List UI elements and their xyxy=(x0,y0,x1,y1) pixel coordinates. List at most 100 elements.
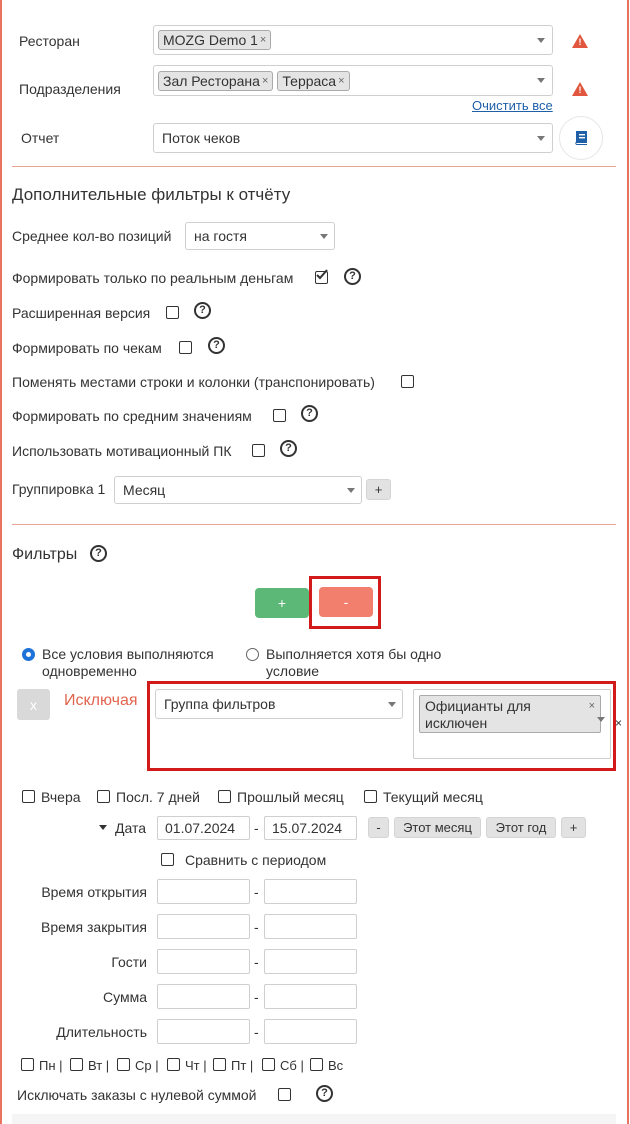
date-dash: - xyxy=(254,820,259,836)
real-money-checkbox[interactable] xyxy=(315,269,328,284)
chevron-down-icon xyxy=(347,488,355,493)
weekday-checkbox[interactable] xyxy=(213,1058,226,1071)
range-from-input[interactable] xyxy=(157,949,250,974)
zero-sum-label: Исключать заказы с нулевой суммой xyxy=(17,1087,257,1103)
by-checks-label: Формировать по чекам xyxy=(12,340,162,356)
range-to-input[interactable] xyxy=(264,914,357,939)
report-label: Отчет xyxy=(21,130,60,146)
radio-any-label: Выполняется хотя бы одно условие xyxy=(266,646,442,679)
help-icon[interactable]: ? xyxy=(194,302,211,319)
filter-group-value: Группа фильтров xyxy=(164,696,276,712)
report-value: Поток чеков xyxy=(162,130,241,146)
help-icon[interactable]: ? xyxy=(344,268,361,285)
range-from-input[interactable] xyxy=(157,1019,250,1044)
avg-positions-select[interactable]: на гостя xyxy=(185,222,335,250)
weekday-label: Ср | xyxy=(135,1058,159,1073)
weekday-checkbox[interactable] xyxy=(167,1058,180,1071)
division-tag-label: Зал Ресторана xyxy=(163,72,260,89)
grouping-select[interactable]: Месяц xyxy=(114,476,362,504)
extra-filters-title: Дополнительные фильтры к отчёту xyxy=(12,185,291,204)
weekday-label: Пн | xyxy=(39,1058,63,1073)
motivation-checkbox[interactable] xyxy=(252,444,265,457)
help-icon[interactable]: ? xyxy=(280,440,297,457)
remove-filter-button[interactable]: - xyxy=(319,587,373,617)
current-month-label: Текущий месяц xyxy=(383,789,483,805)
division-tag-label: Терраса xyxy=(282,72,337,89)
weekday-checkbox[interactable] xyxy=(262,1058,275,1071)
radio-all-conditions[interactable] xyxy=(22,648,35,661)
check-icon xyxy=(316,269,328,280)
date-to-input[interactable]: 15.07.2024 xyxy=(264,816,357,840)
divisions-label: Подразделения xyxy=(19,81,121,97)
filter-group-select[interactable]: Группа фильтров xyxy=(155,689,403,719)
range-to-input[interactable] xyxy=(264,949,357,974)
weekday-label: Вт | xyxy=(88,1058,110,1073)
clear-all-link[interactable]: Очистить все xyxy=(472,98,553,113)
remove-condition-button[interactable]: x xyxy=(17,689,50,720)
chevron-down-icon xyxy=(537,38,545,43)
add-grouping-button[interactable]: + xyxy=(366,479,391,500)
weekday-checkbox[interactable] xyxy=(310,1058,323,1071)
range-to-input[interactable] xyxy=(264,1019,357,1044)
avg-positions-value: на гостя xyxy=(194,228,247,244)
exclude-label[interactable]: Исключая xyxy=(64,692,138,710)
by-checks-checkbox[interactable] xyxy=(179,341,192,354)
add-filter-button[interactable]: + xyxy=(255,588,309,618)
range-dash: - xyxy=(254,989,259,1005)
range-to-input[interactable] xyxy=(264,879,357,904)
division-tag-remove-icon[interactable]: × xyxy=(262,75,268,87)
by-avg-checkbox[interactable] xyxy=(273,409,286,422)
restaurant-tag-label: MOZG Demo 1 xyxy=(163,32,258,48)
book-icon xyxy=(575,131,587,145)
help-icon[interactable]: ? xyxy=(316,1085,333,1102)
this-year-button[interactable]: Этот год xyxy=(486,817,556,838)
range-from-input[interactable] xyxy=(157,984,250,1009)
chevron-down-icon xyxy=(388,702,396,707)
date-minus-button[interactable]: - xyxy=(368,817,389,838)
zero-sum-checkbox[interactable] xyxy=(278,1088,291,1101)
current-month-checkbox[interactable] xyxy=(364,790,377,803)
help-icon[interactable]: ? xyxy=(90,545,107,562)
divisions-select[interactable]: Зал Ресторана × Терраса × xyxy=(153,65,553,96)
weekday-checkbox[interactable] xyxy=(21,1058,34,1071)
help-icon[interactable]: ? xyxy=(301,405,318,422)
filter-value-remove-icon[interactable]: × xyxy=(589,698,595,715)
this-month-button[interactable]: Этот месяц xyxy=(394,817,481,838)
chevron-down-icon xyxy=(537,78,545,83)
last-month-checkbox[interactable] xyxy=(218,790,231,803)
restaurant-select[interactable]: MOZG Demo 1 × xyxy=(153,25,553,55)
right-border xyxy=(627,0,629,1124)
weekday-label: Вс xyxy=(328,1058,344,1073)
weekday-checkbox[interactable] xyxy=(117,1058,130,1071)
weekday-label: Сб | xyxy=(280,1058,304,1073)
restaurant-tag-remove-icon[interactable]: × xyxy=(260,34,266,46)
filters-title: Фильтры xyxy=(12,546,78,563)
help-icon[interactable]: ? xyxy=(208,337,225,354)
last7-checkbox[interactable] xyxy=(97,790,110,803)
motivation-label: Использовать мотивационный ПК xyxy=(12,443,232,459)
filter-group-values-select[interactable]: Официанты для исключен × xyxy=(413,689,611,759)
last7-label: Посл. 7 дней xyxy=(116,789,200,805)
date-plus-button[interactable]: + xyxy=(561,817,586,838)
radio-any-condition[interactable] xyxy=(246,648,259,661)
date-from-input[interactable]: 01.07.2024 xyxy=(157,816,250,840)
report-info-button[interactable] xyxy=(559,116,603,160)
yesterday-checkbox[interactable] xyxy=(22,790,35,803)
range-to-input[interactable] xyxy=(264,984,357,1009)
weekday-label: Чт | xyxy=(185,1058,207,1073)
range-from-input[interactable] xyxy=(157,879,250,904)
report-select[interactable]: Поток чеков xyxy=(153,123,553,153)
compare-checkbox[interactable] xyxy=(161,853,174,866)
range-from-input[interactable] xyxy=(157,914,250,939)
weekday-label: Пт | xyxy=(231,1058,254,1073)
caret-down-icon[interactable] xyxy=(99,825,107,830)
range-dash: - xyxy=(254,1024,259,1040)
division-tag-remove-icon[interactable]: × xyxy=(338,75,344,87)
range-dash: - xyxy=(254,919,259,935)
extended-checkbox[interactable] xyxy=(166,306,179,319)
grouping-label: Группировка 1 xyxy=(12,481,106,497)
transpose-checkbox[interactable] xyxy=(401,375,414,388)
real-money-label: Формировать только по реальным деньгам xyxy=(12,270,294,286)
weekday-checkbox[interactable] xyxy=(70,1058,83,1071)
close-icon[interactable]: × xyxy=(615,716,622,730)
